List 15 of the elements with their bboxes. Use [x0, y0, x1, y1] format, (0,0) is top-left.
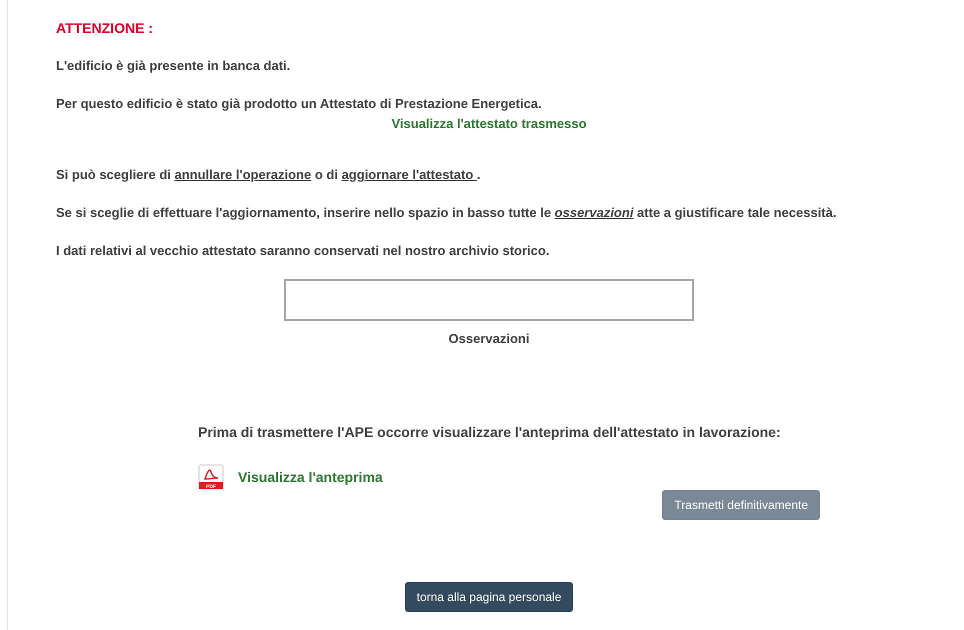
back-button[interactable]: torna alla pagina personale — [404, 582, 574, 612]
message-text: L'edificio è già presente in banca dati. — [56, 58, 292, 74]
text-link[interactable]: osservazioni — [554, 205, 634, 220]
message-text: Per questo edificio è stato già prodotto un Attestato di Prestazione Energetica. — [56, 96, 543, 112]
observations-field[interactable] — [284, 279, 694, 321]
warning-title: ATTENZIONE : — [56, 20, 154, 36]
observations-label: Osservazioni — [448, 331, 530, 346]
message-text: Si può scegliere di annullare l'operazione o di aggiornare l'attestato . — [56, 167, 482, 183]
message-text: Se si sceglie di effettuare l'aggiornamento, inserire nello spazio in basso tutte le osservazioni atte a giustificare tale necessità. — [56, 205, 838, 221]
preview-link[interactable]: Visualizza l'anteprima — [238, 469, 383, 485]
text-link[interactable]: aggiornare l'attestato — [342, 167, 477, 182]
text-link[interactable]: annullare l'operazione — [174, 167, 312, 182]
preview-note: Prima di trasmettere l'APE occorre visualizzare l'anteprima dell'attestato in lavorazione: — [198, 424, 781, 440]
view-certificate-link[interactable]: Visualizza l'attestato trasmesso — [391, 116, 587, 131]
message-text: I dati relativi al vecchio attestato saranno conservati nel nostro archivio storico. — [56, 243, 550, 259]
